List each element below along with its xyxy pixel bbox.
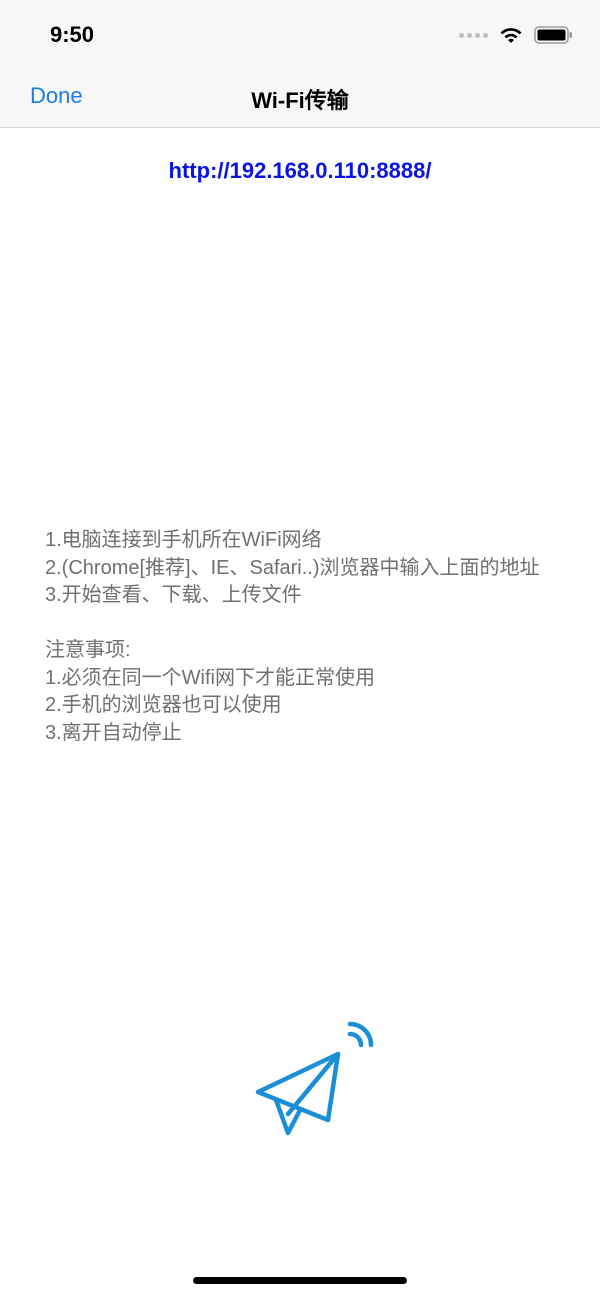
status-icons bbox=[459, 25, 574, 45]
server-url-link[interactable]: http://192.168.0.110:8888/ bbox=[0, 158, 600, 184]
note-item: 3.离开自动停止 bbox=[45, 721, 182, 744]
status-bar: 9:50 bbox=[0, 0, 600, 64]
note-item: 2.手机的浏览器也可以使用 bbox=[45, 694, 282, 716]
instruction-step: 3.开始查看、下载、上传文件 bbox=[45, 584, 302, 606]
instructions-text: 1.电脑连接到手机所在WiFi网络 2.(Chrome[推荐]、IE、Safar… bbox=[45, 527, 565, 747]
navigation-bar: Done Wi-Fi传输 bbox=[0, 64, 600, 128]
status-time: 9:50 bbox=[50, 22, 95, 47]
instruction-step: 2.(Chrome[推荐]、IE、Safari..)浏览器中输入上面的地址 bbox=[45, 556, 540, 579]
wifi-transfer-screen: 9:50 Done Wi-Fi传输 http://192.168.0.110:8… bbox=[0, 0, 600, 1299]
signal-icon bbox=[459, 32, 488, 38]
battery-icon bbox=[534, 26, 572, 44]
home-indicator[interactable] bbox=[193, 1277, 407, 1284]
page-title: Wi-Fi传输 bbox=[251, 88, 349, 113]
instruction-step: 1.电脑连接到手机所在WiFi网络 bbox=[45, 529, 322, 551]
wifi-icon bbox=[500, 28, 522, 43]
paper-plane-wifi-icon bbox=[255, 1021, 374, 1136]
note-item: 1.必须在同一个Wifi网下才能正常使用 bbox=[45, 666, 375, 689]
notes-title: 注意事项: bbox=[45, 639, 131, 661]
